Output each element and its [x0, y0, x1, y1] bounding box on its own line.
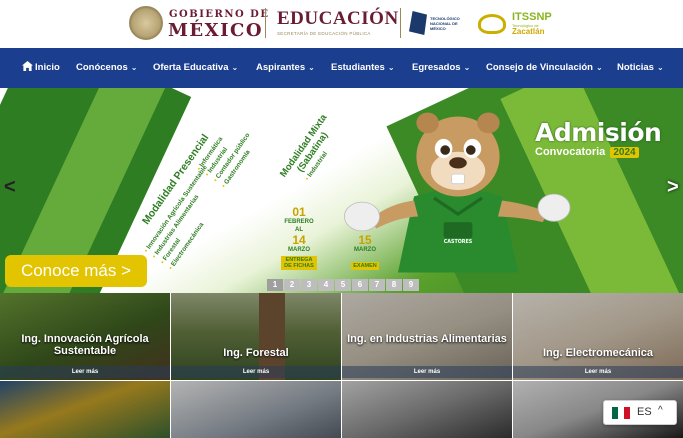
chevron-down-icon: ⌄	[596, 63, 603, 72]
edu-logo-subtitle: SECRETARÍA DE EDUCACIÓN PÚBLICA	[277, 31, 371, 36]
nav-item-label: Egresados	[412, 62, 461, 73]
year-badge: 2024	[610, 147, 639, 158]
card-overlay	[0, 381, 170, 438]
program-card-title: Ing. Forestal	[223, 347, 289, 359]
chevron-down-icon: ⌄	[308, 63, 315, 72]
itssnp-logo-place: Zacatlán	[512, 27, 545, 36]
slider-page-6[interactable]: 6	[352, 279, 368, 291]
leer-mas-link[interactable]: Leer más	[513, 366, 683, 378]
nav-item-label: Noticias	[617, 62, 654, 73]
nav-item-label: Conócenos	[76, 62, 128, 73]
program-card-photo-row2-3[interactable]	[342, 381, 512, 438]
admision-heading: Admisión	[535, 118, 662, 147]
nav-item-oferta-educativa[interactable]: Oferta Educativa ⌄	[153, 48, 238, 88]
logo-divider	[265, 8, 266, 38]
itssnp-logo[interactable]: ITSSNP Tecnológico de Zacatlán	[478, 10, 558, 38]
itssnp-mark-icon	[478, 14, 506, 34]
slider-page-8[interactable]: 8	[386, 279, 402, 291]
slider-page-1[interactable]: 1	[267, 279, 283, 291]
date1-month1: FEBRERO	[284, 219, 314, 225]
program-card-industrias-alimentarias[interactable]: Ing. en Industrias Alimentarias Leer más	[342, 293, 512, 380]
itssnp-logo-title: ITSSNP	[512, 11, 552, 23]
slider-prev-arrow[interactable]: <	[4, 176, 16, 199]
conoce-mas-button[interactable]: Conoce más >	[5, 255, 147, 287]
leer-mas-link[interactable]: Leer más	[171, 366, 341, 378]
chevron-up-icon: ^	[658, 405, 663, 416]
slider-page-4[interactable]: 4	[318, 279, 334, 291]
program-card-electromecanica[interactable]: Ing. Electromecánica Leer más	[513, 293, 683, 380]
nav-item-egresados[interactable]: Egresados ⌄	[412, 48, 470, 88]
slider-page-7[interactable]: 7	[369, 279, 385, 291]
nav-item-consejo-de-vinculacion[interactable]: Consejo de Vinculación ⌄	[486, 48, 603, 88]
date1-day1: 01	[292, 205, 306, 219]
tecnm-logo[interactable]: TECNOLÓGICO NACIONAL DE MÉXICO	[409, 11, 469, 37]
chevron-down-icon: ⌄	[231, 63, 239, 72]
chevron-down-icon: ⌄	[463, 63, 471, 72]
card-overlay	[342, 381, 512, 438]
nav-item-label: Oferta Educativa	[153, 62, 229, 73]
card-overlay	[171, 381, 341, 438]
nav-item-label: Aspirantes	[256, 62, 306, 73]
date1-month2: MARZO	[288, 247, 310, 253]
program-card-title: Ing. en Industrias Alimentarias	[347, 333, 507, 345]
chevron-down-icon: ⌄	[387, 63, 395, 72]
nav-item-inicio[interactable]: Inicio	[22, 48, 60, 88]
nav-item-estudiantes[interactable]: Estudiantes ⌄	[331, 48, 395, 88]
tecnm-mark-icon	[409, 11, 427, 35]
nav-item-aspirantes[interactable]: Aspirantes ⌄	[256, 48, 315, 88]
leer-mas-link[interactable]: Leer más	[0, 366, 170, 378]
nav-item-conocenos[interactable]: Conócenos ⌄	[76, 48, 137, 88]
program-card-innovacion-agricola[interactable]: Ing. Innovación Agrícola Sustentable Lee…	[0, 293, 170, 380]
nav-item-label: Inicio	[35, 62, 60, 73]
convocatoria-label: Convocatoria	[535, 146, 606, 158]
slider-page-3[interactable]: 3	[301, 279, 317, 291]
home-icon	[22, 61, 33, 71]
chevron-down-icon: ⌄	[656, 63, 664, 72]
nav-item-noticias[interactable]: Noticias ⌄	[617, 48, 664, 88]
program-card-title: Ing. Innovación Agrícola Sustentable	[21, 333, 149, 357]
language-code: ES	[637, 406, 652, 418]
logo-divider	[400, 8, 401, 38]
slider-page-5[interactable]: 5	[335, 279, 351, 291]
slider-next-arrow[interactable]: >	[667, 176, 679, 199]
program-card-photo-row2-1[interactable]	[0, 381, 170, 438]
mexico-seal-icon	[129, 6, 163, 40]
date-entrega-fichas: 01 FEBRERO AL 14 MARZO ENTREGA DE FICHAS	[281, 206, 317, 272]
gob-logo-line2: MÉXICO	[168, 20, 264, 41]
program-card-forestal[interactable]: Ing. Forestal Leer más	[171, 293, 341, 380]
leer-mas-link[interactable]: Leer más	[342, 366, 512, 378]
logo-bar: GOBIERNO DE MÉXICO EDUCACIÓN SECRETARÍA …	[0, 0, 683, 48]
main-navigation: Inicio Conócenos ⌄ Oferta Educativa ⌄ Aspi…	[0, 48, 683, 88]
tecnm-logo-text: TECNOLÓGICO NACIONAL DE MÉXICO	[430, 16, 460, 31]
nav-item-label: Consejo de Vinculación	[486, 62, 593, 73]
nav-item-label: Estudiantes	[331, 62, 385, 73]
chevron-down-icon: ⌄	[130, 63, 138, 72]
slider-pagination: 1 2 3 4 5 6 7 8 9	[267, 279, 420, 291]
program-card-title: Ing. Electromecánica	[542, 347, 654, 359]
program-card-photo-row2-2[interactable]	[171, 381, 341, 438]
mascot-shirt-text: CASTORES	[444, 239, 473, 245]
convocatoria-line: Convocatoria 2024	[535, 146, 639, 158]
programs-grid: Ing. Innovación Agrícola Sustentable Lee…	[0, 293, 683, 438]
edu-logo-title: EDUCACIÓN	[277, 8, 399, 29]
date1-tag: ENTREGA DE FICHAS	[281, 256, 317, 270]
gobierno-de-mexico-logo[interactable]: GOBIERNO DE MÉXICO	[129, 6, 268, 42]
slider-page-2[interactable]: 2	[284, 279, 300, 291]
mexico-flag-icon	[612, 407, 630, 419]
slider-page-9[interactable]: 9	[403, 279, 419, 291]
gob-logo-line1: GOBIERNO DE	[169, 9, 270, 20]
language-switcher[interactable]: ES ^	[603, 400, 677, 425]
date1-day2: 14	[292, 233, 306, 247]
sep-educacion-logo[interactable]: EDUCACIÓN SECRETARÍA DE EDUCACIÓN PÚBLIC…	[277, 8, 399, 40]
